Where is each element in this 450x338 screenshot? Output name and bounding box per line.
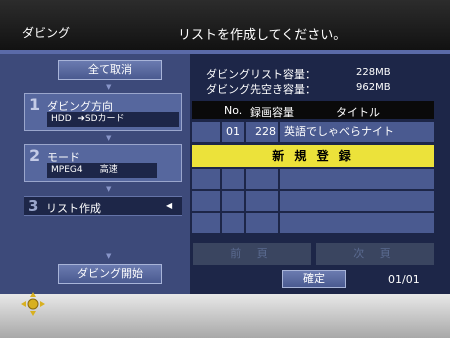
table-cell-no bbox=[222, 191, 246, 211]
column-header-size: 録画容量 bbox=[250, 106, 294, 119]
prev-page-button[interactable]: 前 頁 bbox=[193, 243, 311, 265]
footer-bar bbox=[0, 294, 450, 338]
next-page-button[interactable]: 次 頁 bbox=[316, 243, 434, 265]
start-dubbing-button[interactable]: ダビング開始 bbox=[58, 264, 162, 284]
table-cell-blank bbox=[192, 122, 222, 142]
table-row[interactable] bbox=[192, 169, 434, 189]
step-dubbing-direction[interactable]: 1 ダビング方向 HDD ➜SDカード bbox=[24, 93, 182, 131]
table-cell-title: 英語でしゃべらナイト bbox=[280, 122, 434, 142]
app-title: ダビング bbox=[22, 26, 71, 40]
down-arrow-icon: ▼ bbox=[106, 252, 112, 260]
table-cell-no: 01 bbox=[222, 122, 246, 142]
table-row[interactable]: 01 228 英語でしゃべらナイト bbox=[192, 122, 434, 142]
down-arrow-icon: ▼ bbox=[106, 83, 112, 91]
list-capacity-label: ダビングリスト容量： bbox=[206, 68, 316, 81]
table-cell-title bbox=[280, 191, 434, 211]
table-cell-blank bbox=[192, 213, 222, 233]
table-header: No. 録画容量 タイトル bbox=[192, 101, 434, 119]
triangle-left-icon: ◀ bbox=[166, 201, 173, 210]
step-list-create[interactable]: 3 リスト作成 ◀ bbox=[24, 196, 182, 216]
new-register-button[interactable]: 新 規 登 録 bbox=[192, 145, 434, 167]
table-cell-size bbox=[246, 213, 280, 233]
step-value: HDD ➜SDカード bbox=[47, 112, 179, 127]
table-cell-size bbox=[246, 191, 280, 211]
table-row[interactable] bbox=[192, 213, 434, 233]
table-cell-blank bbox=[192, 191, 222, 211]
dpad-icon bbox=[21, 292, 45, 316]
table-row[interactable] bbox=[192, 191, 434, 211]
table-cell-blank bbox=[192, 169, 222, 189]
step-number: 3 bbox=[28, 197, 39, 215]
table-cell-size bbox=[246, 169, 280, 189]
list-capacity-value: 228MB bbox=[356, 67, 391, 78]
instruction-text: リストを作成してください。 bbox=[178, 28, 347, 43]
column-header-title: タイトル bbox=[336, 106, 380, 119]
table-cell-size: 228 bbox=[246, 122, 280, 142]
dest-capacity-value: 962MB bbox=[356, 82, 391, 93]
step-mode[interactable]: 2 モード MPEG4 高速 bbox=[24, 144, 182, 182]
step-number: 2 bbox=[29, 146, 41, 165]
clear-all-button[interactable]: 全て取消 bbox=[58, 60, 162, 80]
dest-capacity-label: ダビング先空き容量： bbox=[206, 83, 316, 96]
table-cell-title bbox=[280, 213, 434, 233]
step-label: リスト作成 bbox=[46, 202, 101, 215]
table-cell-no bbox=[222, 169, 246, 189]
table-cell-title bbox=[280, 169, 434, 189]
table-cell-no bbox=[222, 213, 246, 233]
step-value: MPEG4 高速 bbox=[47, 163, 157, 178]
step-number: 1 bbox=[29, 95, 41, 114]
column-header-no: No. bbox=[224, 104, 243, 117]
page-indicator: 01/01 bbox=[388, 273, 420, 286]
header-bar: ダビング リストを作成してください。 bbox=[0, 0, 450, 50]
confirm-button[interactable]: 確定 bbox=[282, 270, 346, 288]
down-arrow-icon: ▼ bbox=[106, 185, 112, 193]
dubbing-screen: ダビング リストを作成してください。 全て取消 ▼ 1 ダビング方向 HDD ➜… bbox=[0, 0, 450, 338]
down-arrow-icon: ▼ bbox=[106, 134, 112, 142]
